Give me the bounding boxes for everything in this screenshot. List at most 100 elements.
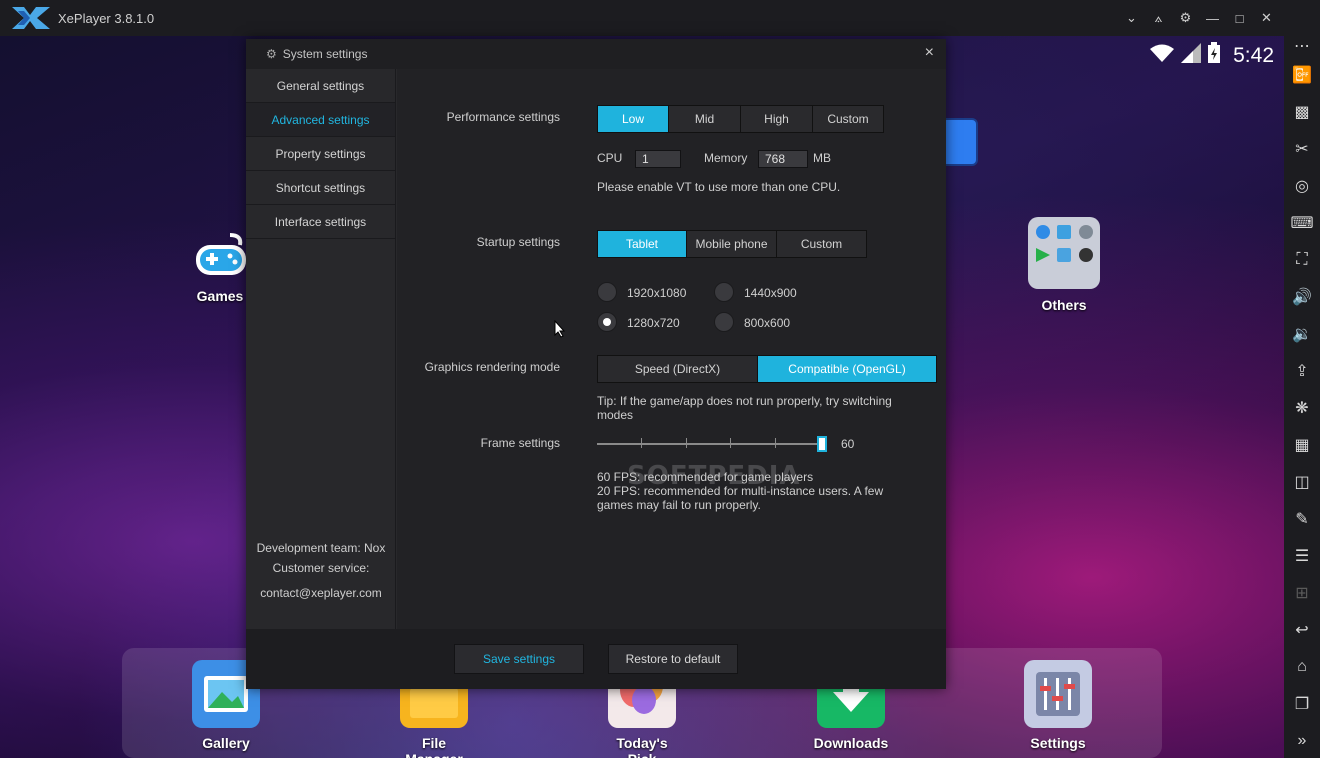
developer-info: Development team: Nox Customer service: … <box>246 538 396 603</box>
nav-property-settings[interactable]: Property settings <box>246 137 395 171</box>
slider-tick <box>686 438 687 448</box>
frame-slider-thumb[interactable] <box>817 436 827 452</box>
shake-icon[interactable]: 📴 <box>1284 56 1320 93</box>
close-icon[interactable]: ✕ <box>1253 10 1280 26</box>
nav-advanced-settings[interactable]: Advanced settings <box>246 103 395 137</box>
cpu-input[interactable]: 1 <box>635 150 681 168</box>
home-icon[interactable]: ⌂ <box>1284 648 1320 685</box>
slider-tick <box>775 438 776 448</box>
memory-input[interactable]: 768 <box>758 150 808 168</box>
desktop-icon-label: Games <box>196 288 244 304</box>
fullscreen-icon[interactable]: ⛶ <box>1284 241 1320 278</box>
graphics-compatible-opengl[interactable]: Compatible (OpenGL) <box>758 356 936 382</box>
app-title: XePlayer 3.8.1.0 <box>58 10 155 26</box>
recent-apps-icon[interactable]: ❐ <box>1284 685 1320 722</box>
keyboard-icon[interactable]: ⌨ <box>1284 204 1320 241</box>
file-manager-icon <box>400 660 468 731</box>
desktop-icon-others[interactable]: Others <box>1026 216 1102 313</box>
chevron-down-icon[interactable]: ⌄ <box>1118 10 1145 26</box>
frame-note-20fps-line1: 20 FPS: recommended for multi-instance u… <box>597 484 884 498</box>
multi-instance-icon[interactable]: ⊞ <box>1284 574 1320 611</box>
desktop-icon-games[interactable]: Games <box>185 231 255 304</box>
frame-settings-label: Frame settings <box>480 436 560 450</box>
dialog-header: ⚙ System settings × <box>246 39 946 69</box>
resolution-1440x900-radio[interactable] <box>714 282 734 302</box>
status-bar: 5:42 <box>1149 42 1274 69</box>
wifi-icon <box>1149 43 1175 68</box>
folder-icon <box>1027 217 1101 293</box>
dock-app-settings[interactable]: Settings <box>1022 660 1094 751</box>
minimize-icon[interactable]: — <box>1199 11 1226 26</box>
frame-note-60fps: 60 FPS: recommended for game players <box>597 470 814 484</box>
startup-tablet[interactable]: Tablet <box>598 231 687 257</box>
settings-content: Performance settings Low Mid High Custom… <box>397 69 946 629</box>
expand-icon[interactable]: » <box>1284 722 1320 758</box>
xeplayer-logo-icon <box>10 4 52 32</box>
graphics-tip-line1: Tip: If the game/app does not run proper… <box>597 394 892 408</box>
slider-tick <box>730 438 731 448</box>
performance-custom[interactable]: Custom <box>813 106 883 132</box>
performance-settings-label: Performance settings <box>446 110 560 124</box>
memory-unit: MB <box>813 151 831 165</box>
slider-tick <box>641 438 642 448</box>
startup-settings-label: Startup settings <box>476 235 560 249</box>
apk-install-icon[interactable]: ⇪ <box>1284 352 1320 389</box>
frame-note-20fps-line2: games may fail to run properly. <box>597 498 761 512</box>
more-dots-icon[interactable]: ⋯ <box>1284 36 1320 56</box>
close-icon[interactable]: × <box>925 44 934 62</box>
menu-icon[interactable]: ☰ <box>1284 537 1320 574</box>
macro-icon[interactable]: ✎ <box>1284 500 1320 537</box>
dialog-title: System settings <box>282 47 368 61</box>
maximize-icon[interactable]: □ <box>1226 11 1253 26</box>
screenshot-icon[interactable]: ▦ <box>1284 426 1320 463</box>
development-team: Development team: Nox <box>256 541 386 555</box>
resolution-1280x720-radio[interactable] <box>597 312 617 332</box>
loading-icon[interactable]: ❋ <box>1284 389 1320 426</box>
performance-mid[interactable]: Mid <box>669 106 741 132</box>
performance-high[interactable]: High <box>741 106 813 132</box>
dock-app-label: File Manager <box>405 735 463 758</box>
gallery-icon <box>192 660 260 731</box>
startup-custom[interactable]: Custom <box>777 231 866 257</box>
graphics-speed-directx[interactable]: Speed (DirectX) <box>598 356 758 382</box>
mouse-cursor-icon <box>554 319 566 343</box>
nav-shortcut-settings[interactable]: Shortcut settings <box>246 171 395 205</box>
performance-options: Low Mid High Custom <box>597 105 884 133</box>
location-icon[interactable]: ◎ <box>1284 167 1320 204</box>
dock-app-label: Settings <box>1030 735 1086 751</box>
startup-mobile-phone[interactable]: Mobile phone <box>687 231 777 257</box>
gear-icon: ⚙ <box>266 47 277 61</box>
nav-interface-settings[interactable]: Interface settings <box>246 205 395 239</box>
pin-icon[interactable]: ⟑ <box>1145 10 1172 26</box>
robot-icon[interactable]: ▩ <box>1284 93 1320 130</box>
restore-default-button[interactable]: Restore to default <box>608 644 738 674</box>
performance-low[interactable]: Low <box>598 106 669 132</box>
dock-app-label: Gallery <box>202 735 250 751</box>
resolution-800x600-radio[interactable] <box>714 312 734 332</box>
nav-general-settings[interactable]: General settings <box>246 69 395 103</box>
startup-options: Tablet Mobile phone Custom <box>597 230 867 258</box>
desktop-icon-label: Others <box>1041 297 1087 313</box>
frame-slider-track[interactable] <box>597 443 822 445</box>
dialog-footer: Save settings Restore to default <box>246 629 946 689</box>
download-icon <box>817 660 885 731</box>
scissors-icon[interactable]: ✂ <box>1284 130 1320 167</box>
gamepad-icon <box>190 233 250 284</box>
frame-value: 60 <box>841 437 855 451</box>
window-controls: ⌄ ⟑ ⚙ — □ ✕ <box>1118 0 1280 36</box>
gear-icon[interactable]: ⚙ <box>1172 10 1199 26</box>
save-settings-button[interactable]: Save settings <box>454 644 584 674</box>
balloons-icon <box>608 660 676 731</box>
emulator-toolbar: ⋯ 📴 ▩ ✂ ◎ ⌨ ⛶ 🔊 🔉 ⇪ ❋ ▦ ◫ ✎ ☰ ⊞ ↩ ⌂ ❐ » <box>1284 36 1320 758</box>
signal-icon <box>1181 43 1202 68</box>
video-record-icon[interactable]: ◫ <box>1284 463 1320 500</box>
title-bar: XePlayer 3.8.1.0 ⌄ ⟑ ⚙ — □ ✕ <box>0 0 1320 36</box>
dock-app-label: Today's Pick <box>616 735 668 758</box>
contact-email[interactable]: contact@xeplayer.com <box>246 583 396 603</box>
volume-down-icon[interactable]: 🔉 <box>1284 315 1320 352</box>
back-icon[interactable]: ↩ <box>1284 611 1320 648</box>
resolution-1920x1080-radio[interactable] <box>597 282 617 302</box>
resolution-1280x720-label: 1280x720 <box>627 316 680 330</box>
volume-up-icon[interactable]: 🔊 <box>1284 278 1320 315</box>
settings-icon <box>1024 660 1092 731</box>
